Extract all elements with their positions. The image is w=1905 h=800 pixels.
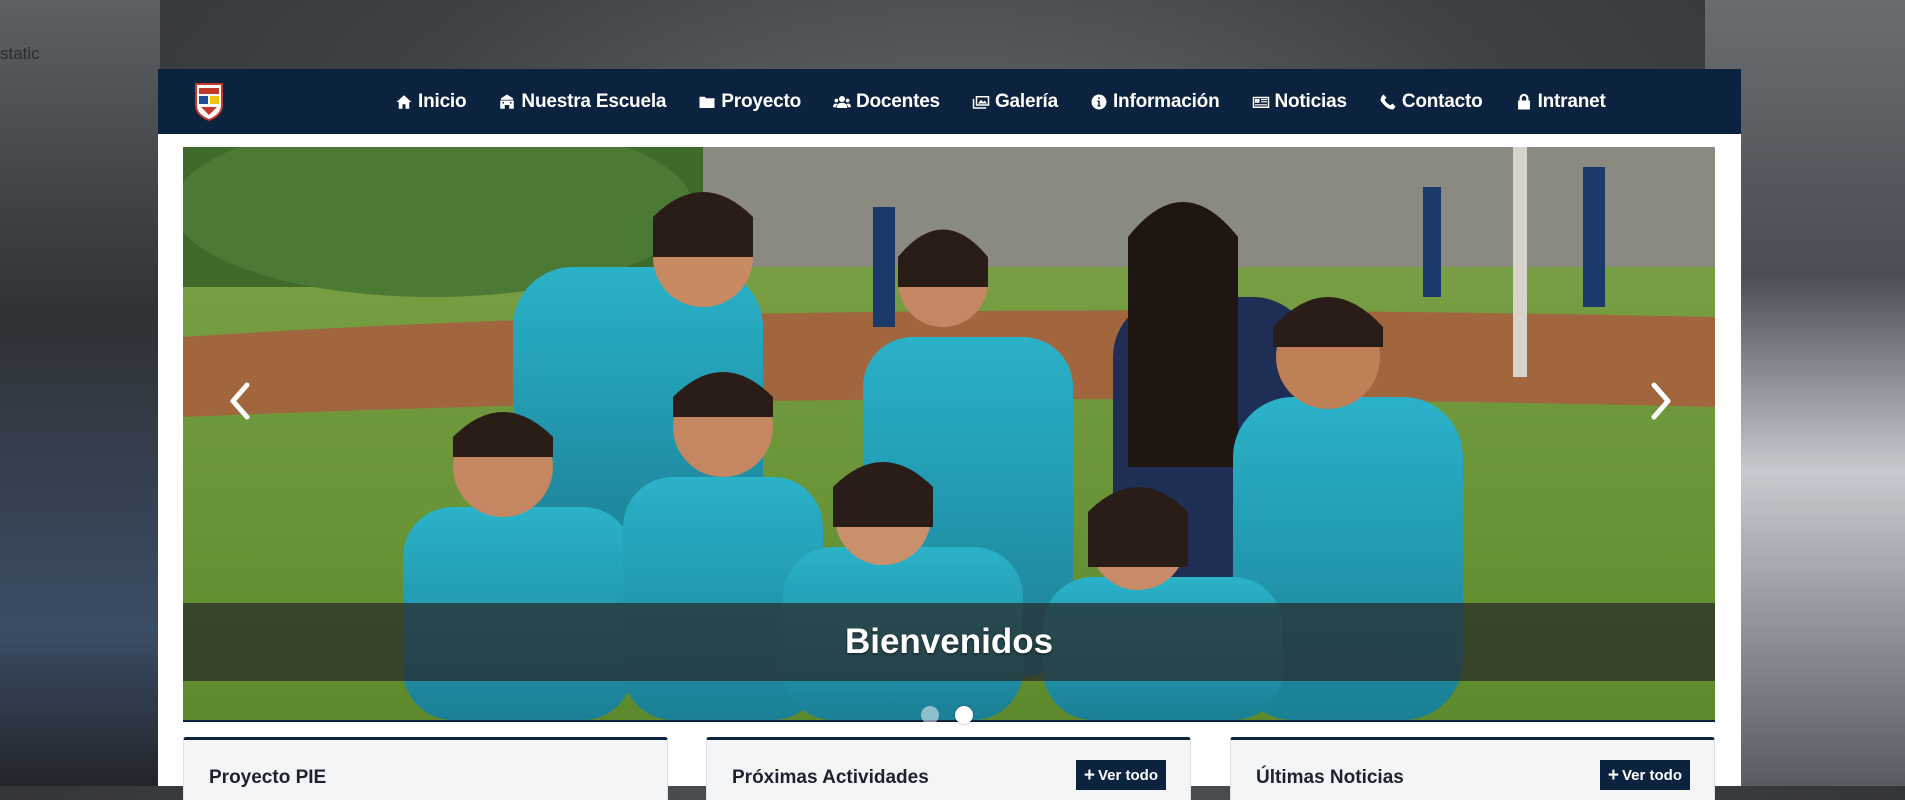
website-page: Inicio Nuestra Escuela Proyecto Docentes… [158, 69, 1741, 800]
nav-item-noticias[interactable]: Noticias [1236, 69, 1363, 134]
users-icon [833, 95, 851, 108]
chevron-left-icon [230, 382, 250, 420]
nav-item-label: Información [1112, 90, 1220, 112]
carousel-next-button[interactable] [1640, 379, 1680, 423]
newspaper-icon [1252, 96, 1269, 108]
school-logo[interactable] [193, 81, 225, 122]
lock-icon [1517, 93, 1530, 109]
chevron-right-icon [1651, 382, 1671, 420]
nav-item-docentes[interactable]: Docentes [817, 69, 956, 134]
nav-item-inicio[interactable]: Inicio [379, 69, 482, 134]
nav-item-label: Intranet [1537, 90, 1606, 112]
nav-item-label: Galería [994, 90, 1058, 112]
home-icon [396, 94, 412, 109]
folder-icon [699, 96, 715, 108]
nav-item-label: Docentes [856, 90, 940, 112]
card-proyecto-pie: Proyecto PIE [183, 737, 668, 800]
nav-item-intranet[interactable]: Intranet [1499, 69, 1622, 134]
carousel-indicators [158, 706, 1741, 726]
carousel-caption-bar: Bienvenidos [183, 603, 1715, 681]
nav-item-label: Contacto [1401, 90, 1483, 112]
card-proximas-actividades: Próximas Actividades + Ver todo [706, 737, 1191, 800]
carousel-indicator-1[interactable] [921, 706, 939, 724]
background-left [0, 0, 160, 786]
see-all-label: Ver todo [1097, 766, 1158, 784]
images-icon [972, 95, 990, 109]
carousel-indicator-2-active[interactable] [955, 706, 973, 724]
see-all-label: Ver todo [1621, 766, 1682, 784]
nav-item-label: Inicio [418, 90, 467, 112]
carousel-caption: Bienvenidos [844, 622, 1054, 661]
nav-item-galeria[interactable]: Galería [956, 69, 1074, 134]
school-icon [500, 94, 515, 109]
info-circle-icon [1091, 94, 1107, 109]
hero-carousel: Bienvenidos [183, 147, 1715, 720]
plus-icon: + [1083, 764, 1095, 786]
navbar: Inicio Nuestra Escuela Proyecto Docentes… [158, 69, 1741, 134]
card-ultimas-noticias: Últimas Noticias + Ver todo [1230, 737, 1715, 800]
main-nav: Inicio Nuestra Escuela Proyecto Docentes… [379, 69, 1622, 134]
nav-item-nuestra-escuela[interactable]: Nuestra Escuela [482, 69, 682, 134]
nav-item-proyecto[interactable]: Proyecto [682, 69, 817, 134]
background-static-text: static [0, 44, 40, 63]
nav-item-label: Proyecto [721, 90, 801, 112]
nav-item-label: Nuestra Escuela [521, 90, 667, 112]
nav-item-informacion[interactable]: Información [1074, 69, 1236, 134]
phone-icon [1380, 94, 1396, 109]
nav-item-contacto[interactable]: Contacto [1363, 69, 1499, 134]
plus-icon: + [1607, 764, 1619, 786]
nav-item-label: Noticias [1274, 90, 1348, 112]
carousel-prev-button[interactable] [221, 379, 261, 423]
